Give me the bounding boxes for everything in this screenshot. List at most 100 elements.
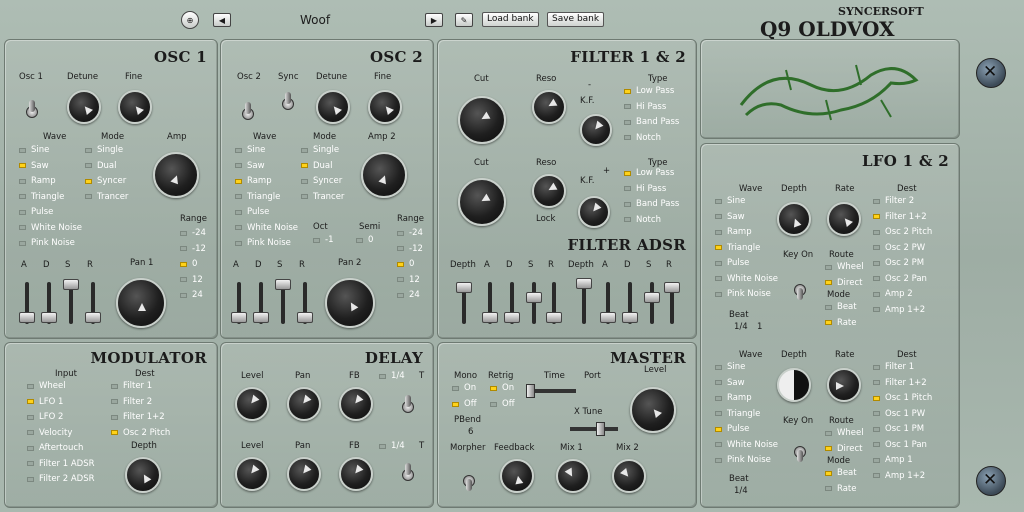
- delay2-pan-knob[interactable]: [287, 457, 321, 491]
- kf2-knob[interactable]: [578, 196, 610, 228]
- retrig-on[interactable]: On: [490, 383, 514, 393]
- mod-input-option[interactable]: LFO 1: [27, 397, 63, 407]
- fine-knob[interactable]: [118, 90, 152, 124]
- filter-adsr-slider[interactable]: [482, 282, 498, 324]
- lfo-dest-option[interactable]: Filter 1: [873, 362, 914, 372]
- mod-input-option[interactable]: LFO 2: [27, 412, 63, 422]
- mode-option[interactable]: Beat: [825, 302, 857, 312]
- mix1-knob[interactable]: [556, 459, 590, 493]
- retrig-off[interactable]: Off: [490, 399, 515, 409]
- feedback-knob[interactable]: [500, 459, 534, 493]
- filter-type-option[interactable]: Hi Pass: [624, 102, 666, 112]
- mode-option[interactable]: Rate: [825, 318, 857, 328]
- lfo-dest-option[interactable]: Filter 1+2: [873, 212, 927, 222]
- delay2-toggle[interactable]: [401, 463, 415, 485]
- range-option[interactable]: 12: [180, 275, 203, 285]
- wave-option[interactable]: Ramp: [235, 176, 272, 186]
- lfo-wave-option[interactable]: Triangle: [715, 243, 760, 253]
- lfo-dest-option[interactable]: Filter 2: [873, 196, 914, 206]
- slider-thumb[interactable]: [456, 282, 472, 293]
- slider-thumb[interactable]: [482, 312, 498, 323]
- slider-thumb[interactable]: [600, 312, 616, 323]
- reso1-knob[interactable]: [532, 90, 566, 124]
- next-preset-button[interactable]: ▶: [425, 13, 443, 27]
- mod-dest-option[interactable]: Filter 1+2: [111, 412, 165, 422]
- load-bank-button[interactable]: Load bank: [482, 12, 539, 27]
- filter-type-option[interactable]: Notch: [624, 133, 661, 143]
- lfo1-keyon-toggle[interactable]: [793, 278, 807, 300]
- wave-option[interactable]: Saw: [235, 161, 265, 171]
- mono-on[interactable]: On: [452, 383, 476, 393]
- slider-thumb[interactable]: [576, 278, 592, 289]
- mod-input-option[interactable]: Velocity: [27, 428, 72, 438]
- fine2-knob[interactable]: [368, 90, 402, 124]
- lfo-wave-option[interactable]: Sine: [715, 196, 745, 206]
- filter-adsr-slider[interactable]: [600, 282, 616, 324]
- adsr-slider[interactable]: [275, 279, 291, 324]
- detune2-knob[interactable]: [316, 90, 350, 124]
- adsr-slider[interactable]: [231, 282, 247, 324]
- slider-thumb[interactable]: [546, 312, 562, 323]
- range-option[interactable]: 0: [397, 259, 414, 269]
- lfo-dest-option[interactable]: Amp 1+2: [873, 471, 925, 481]
- lfo-wave-option[interactable]: Sine: [715, 362, 745, 372]
- route-option[interactable]: Direct: [825, 278, 862, 288]
- filter-type-option[interactable]: Band Pass: [624, 117, 679, 127]
- mod-input-option[interactable]: Wheel: [27, 381, 66, 391]
- lfo-wave-option[interactable]: Saw: [715, 378, 745, 388]
- lfo-wave-option[interactable]: Triangle: [715, 409, 760, 419]
- range-option[interactable]: 24: [180, 290, 203, 300]
- wave-option[interactable]: Ramp: [19, 176, 56, 186]
- lfo-wave-option[interactable]: Pink Noise: [715, 455, 771, 465]
- mod-input-option[interactable]: Aftertouch: [27, 443, 83, 453]
- filter-type-option[interactable]: Low Pass: [624, 168, 674, 178]
- slider-thumb[interactable]: [275, 279, 291, 290]
- save-bank-button[interactable]: Save bank: [547, 12, 605, 27]
- mono-off[interactable]: Off: [452, 399, 477, 409]
- route-option[interactable]: Wheel: [825, 428, 864, 438]
- filter-type-option[interactable]: Low Pass: [624, 86, 674, 96]
- mode-option[interactable]: Beat: [825, 468, 857, 478]
- pbend-value[interactable]: 6: [468, 427, 473, 437]
- slider-thumb[interactable]: [297, 312, 313, 323]
- lfo-wave-option[interactable]: Saw: [715, 212, 745, 222]
- osc2-toggle[interactable]: [241, 102, 255, 124]
- lfo-dest-option[interactable]: Osc 2 PM: [873, 258, 924, 268]
- adsr-slider[interactable]: [41, 282, 57, 324]
- range-option[interactable]: -12: [180, 244, 206, 254]
- wave-option[interactable]: Triangle: [19, 192, 64, 202]
- menu-icon[interactable]: ⊕: [181, 11, 199, 29]
- amp2-knob[interactable]: [361, 152, 407, 198]
- wave-option[interactable]: Saw: [19, 161, 49, 171]
- delay1-div[interactable]: 1/4: [379, 371, 405, 381]
- slider-thumb[interactable]: [526, 292, 542, 303]
- lfo-wave-option[interactable]: Pulse: [715, 258, 749, 268]
- mod-depth-knob[interactable]: [125, 457, 161, 493]
- osc1-toggle[interactable]: [25, 100, 39, 122]
- mode-option[interactable]: Single: [85, 145, 123, 155]
- amp-knob[interactable]: [153, 152, 199, 198]
- slider-thumb[interactable]: [63, 279, 79, 290]
- mode-option[interactable]: Single: [301, 145, 339, 155]
- route-option[interactable]: Direct: [825, 444, 862, 454]
- range-option[interactable]: -12: [397, 244, 423, 254]
- range-option[interactable]: 0: [180, 259, 197, 269]
- mod-dest-option[interactable]: Filter 2: [111, 397, 152, 407]
- range-option[interactable]: 12: [397, 275, 420, 285]
- route-option[interactable]: Wheel: [825, 262, 864, 272]
- mode-option[interactable]: Dual: [301, 161, 333, 171]
- beat-value[interactable]: 1/4: [734, 322, 748, 332]
- adsr-slider[interactable]: [63, 279, 79, 324]
- lfo1-rate-knob[interactable]: [827, 202, 861, 236]
- lfo2-keyon-toggle[interactable]: [793, 440, 807, 462]
- xtune-slider[interactable]: [570, 422, 618, 436]
- adsr-slider[interactable]: [297, 282, 313, 324]
- semi-value[interactable]: 0: [356, 235, 373, 245]
- lfo-dest-option[interactable]: Amp 2: [873, 289, 913, 299]
- lfo-dest-option[interactable]: Osc 1 Pitch: [873, 393, 932, 403]
- mod-dest-option[interactable]: Filter 1: [111, 381, 152, 391]
- lfo-dest-option[interactable]: Osc 1 PM: [873, 424, 924, 434]
- filter-adsr-slider[interactable]: [664, 282, 680, 324]
- lfo1-depth-knob[interactable]: [777, 202, 811, 236]
- adsr-slider[interactable]: [19, 282, 35, 324]
